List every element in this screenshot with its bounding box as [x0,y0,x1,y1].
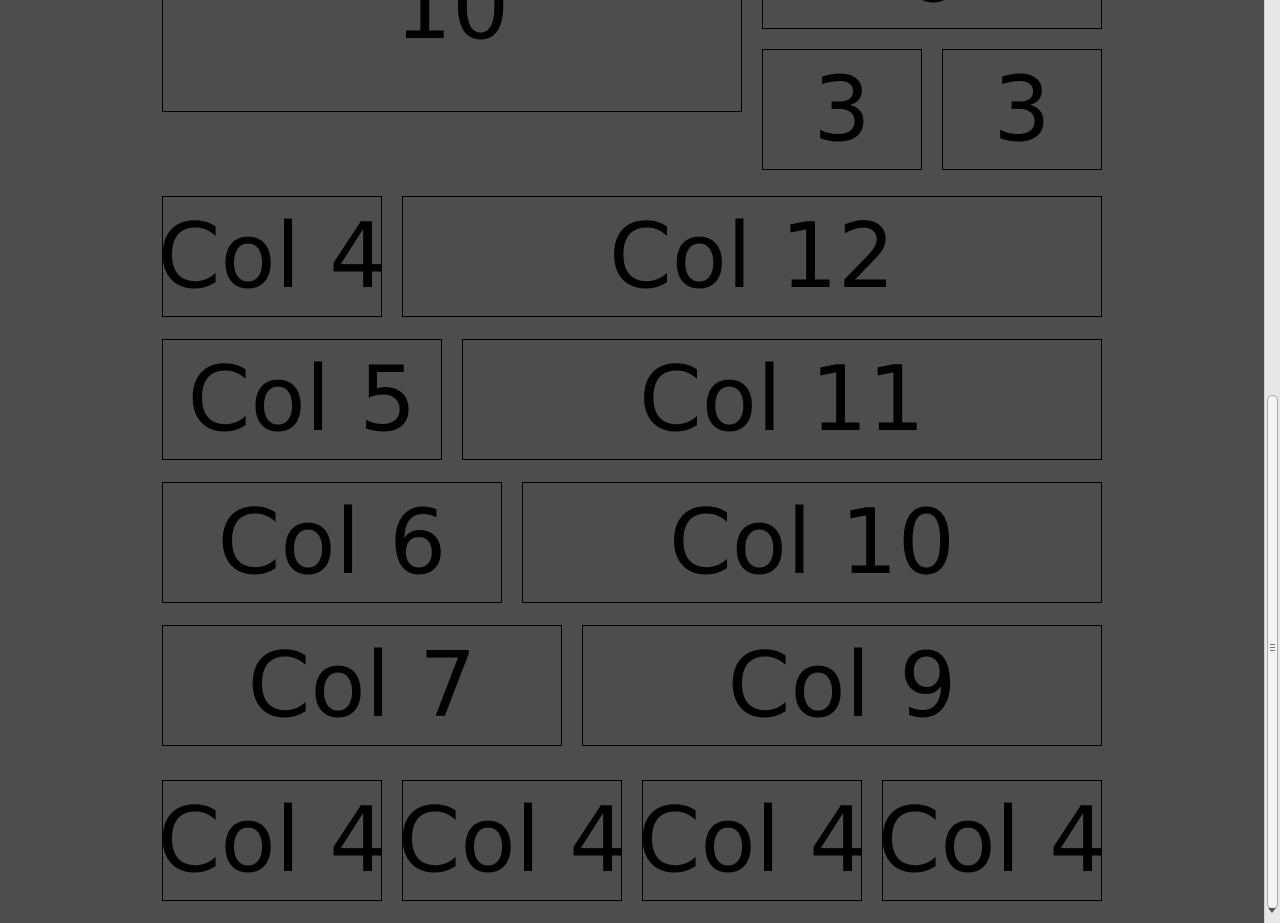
grid-cell-label: Col 7 [247,632,477,738]
scroll-down-arrow-icon[interactable] [1268,908,1276,913]
grid-cell-col-10: 10 [162,0,742,112]
grid-cell-label: Col 12 [608,203,896,309]
grid-cell-col-12: Col 12 [402,196,1102,317]
grid-cell-label: 6 [903,0,960,16]
grid-cell-col-5: Col 5 [162,339,442,460]
grid-cell-col-4: Col 4 [162,780,382,901]
grid-cell-col-7: Col 7 [162,625,562,746]
grid-cell-label: Col 6 [217,489,447,595]
grid-cell-label: Col 4 [882,787,1102,893]
grid-cell-label: Col 5 [187,346,417,452]
grid-cell-label: Col 4 [162,787,382,893]
grid-cell-col-4: Col 4 [402,780,622,901]
scrollbar-thumb[interactable] [1267,395,1278,909]
grid-cell-col-6: 6 [762,0,1102,29]
vertical-scrollbar[interactable] [1264,0,1280,923]
grid-cell-label: 3 [813,56,871,162]
grid-cell-label: Col 11 [638,346,926,452]
grid-cell-label: Col 10 [668,489,956,595]
grid-cell-col-4: Col 4 [642,780,862,901]
page-viewport: 10 6 3 3 Col 4 Col 12 Col 5 Col 11 Col 6… [0,0,1264,923]
grid-cell-label: 10 [394,0,510,60]
grid-cell-label: 3 [993,56,1051,162]
grid-cell-col-4: Col 4 [882,780,1102,901]
grid-cell-col-4: Col 4 [162,196,382,317]
grid-cell-col-10: Col 10 [522,482,1102,603]
grid-cell-col-6: Col 6 [162,482,502,603]
grid-cell-label: Col 9 [727,632,957,738]
grid-cell-col-9: Col 9 [582,625,1102,746]
grid-cell-label: Col 4 [162,203,382,309]
grid-cell-col-3: 3 [942,49,1102,170]
grid-cell-col-3: 3 [762,49,922,170]
grid-cell-label: Col 4 [402,787,622,893]
grid-cell-col-11: Col 11 [462,339,1102,460]
grid-cell-label: Col 4 [642,787,862,893]
grip-icon [1270,644,1275,651]
